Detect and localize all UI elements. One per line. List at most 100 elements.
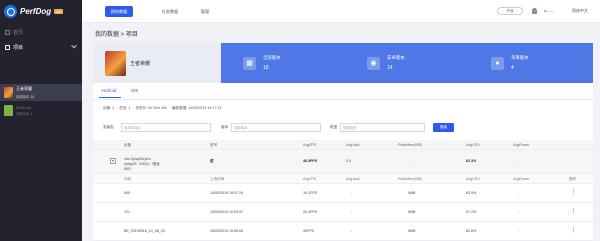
row-time: 16/05/2019 10:59:06 [210,229,243,233]
package-select[interactable]: 选择安装包 [121,123,211,132]
group-peakmem: - [410,159,412,163]
row-mem: 0MB [408,191,416,195]
col-device: 设备 [124,143,132,147]
col-avgfps: AvgFPS [303,143,317,147]
group-model: 否 [210,159,214,163]
sidebar-item-home[interactable]: 首页 [0,24,82,40]
nav-tab-my-data[interactable]: 我的数据 [105,6,133,17]
row-jank: - [351,210,353,214]
subcol-name: 内存 [124,177,132,181]
row-fps: 34.1FPS [303,191,317,195]
user-menu[interactable]: a------ [544,8,554,13]
group-avgcpu: 62.3% [466,159,477,163]
nav-tab-admin[interactable]: 管理 [195,6,215,17]
home-icon [5,29,10,35]
group-avgjank: 0.0 [346,159,351,163]
app-sub: 安卓版本: 18 [16,94,35,99]
apple-icon: ● [491,56,504,70]
app-name: PerfDog [16,104,31,110]
filter-label-version: 版本 [221,125,229,129]
sub-table-header: 内存 上传时间 AvgFPS AvgJank PeakMem(MB) AvgCP… [93,174,593,184]
perfdog-logo-icon [4,5,17,18]
col-avgjank: AvgJank [346,143,360,147]
table-group-row[interactable]: ▾ vivo Xplay3S(vivo Xplay3S（V3QL）/骁龙800）… [93,150,593,174]
all-versions-icon: ▦ [243,56,256,70]
row-power: - [518,191,520,195]
row-name: BE_20190516_10_58_03 [124,229,165,233]
bell-icon[interactable] [532,8,537,14]
open-button[interactable]: 开放 [497,7,523,15]
vip-badge: VIP [54,9,63,14]
subcol-avgpower: AvgPower [513,177,530,181]
col-avgpower: AvgPower [513,143,530,147]
android-icon: ◉ [367,56,380,70]
nav-tab-task-data[interactable]: 任务数据 [155,6,185,17]
more-actions-icon[interactable]: ⋮ [571,227,576,233]
row-name: 121 [124,210,130,214]
row-mem: 0MB [408,210,416,214]
stat-label: 苹果版本 [511,55,529,60]
sidebar-item-project[interactable]: 项目 [0,40,82,54]
stat-value: 18 [263,65,269,71]
version-stats: ▦ 全部版本 18 ◉ 安卓版本 14 ● 苹果版本 4 [221,43,593,83]
tab-android[interactable]: Android [98,88,122,98]
game-info: 王者荣耀 [93,43,221,83]
row-jank: - [351,229,353,233]
filter-bar: 安装包 选择安装包 版本 选择版本 机型 搜索机型 搜索 [93,123,593,133]
table-row[interactable]: BE_20190516_10_58_03 16/05/2019 10:59:06… [93,222,593,241]
row-cpu: 62.6% [466,229,477,233]
more-actions-icon[interactable]: ⋮ [571,208,576,214]
sidebar-app-wzry[interactable]: 王者荣耀 安卓版本: 18 [0,84,82,101]
breadcrumb: 我的数据 > 项目 [95,32,138,38]
more-actions-icon[interactable]: ⋮ [571,189,576,195]
subcol-time: 上传时间 [210,177,225,181]
row-mem: 0MB [408,229,416,233]
stat-value: 4 [511,65,514,71]
project-icon [5,44,10,50]
sidebar-item-label: 项目 [13,44,24,51]
row-power: - [518,210,520,214]
row-power: - [518,229,520,233]
row-cpu: 63.5% [466,191,477,195]
language-select[interactable]: 简体中文 [572,8,588,14]
subcol-peakmem: PeakMem(MB) [398,177,422,181]
stat-label: 全部版本 [263,55,281,60]
collapse-icon[interactable]: ▾ [110,158,116,164]
stat-all-versions[interactable]: ▦ 全部版本 18 [221,43,345,83]
subcol-actions: 操作 [569,177,577,181]
tab-ios[interactable]: iOS [131,88,138,93]
table-row[interactable]: 545 14/05/2019 15:07:24 34.1FPS - 0MB 63… [93,184,593,203]
device-table: 设备 型号 AvgFPS AvgJank PeakMem(MB) AvgCPU … [93,140,593,241]
chevron-down-icon [71,42,77,49]
group-device: vivo Xplay3S(vivo Xplay3S（V3QL）/骁龙800） [124,157,160,171]
search-button[interactable]: 搜索 [433,123,454,132]
app-name: 王者荣耀 [16,86,32,92]
version-select[interactable]: 选择版本 [231,123,321,132]
brand-name: PerfDog [20,7,52,16]
stat-ios-versions[interactable]: ● 苹果版本 4 [469,43,593,83]
row-time: 14/05/2019 15:07:24 [210,191,243,195]
row-name: 545 [124,191,130,195]
stat-label: 安卓版本 [387,55,405,60]
stat-android-versions[interactable]: ◉ 安卓版本 14 [345,43,469,83]
group-avgfps: 40.3FPS [303,159,317,163]
table-row[interactable]: 121 13/09/2019 10:03:37 50.4FPS - 0MB 57… [93,203,593,222]
model-search-input[interactable]: 搜索机型 [340,123,425,132]
row-cpu: 57.2% [466,210,477,214]
meta-duration: 总时长: 0h 30m 49s [135,106,167,110]
sidebar-app-perfdog[interactable]: PerfDog 苹果版本: 4 [0,102,82,119]
game-cover-image [105,50,126,76]
meta-devices: 设备: 1 [103,106,115,110]
sidebar: PerfDog VIP 首页 项目 王者荣耀 安卓版本: 18 PerfDog … [0,0,82,241]
row-jank: - [351,191,353,195]
row-time: 13/09/2019 10:03:37 [210,210,243,214]
subcol-avgcpu: AvgCPU [466,177,480,181]
filter-label-package: 安装包 [103,125,114,129]
content-panel: Android iOS 设备: 1 任务: 1 总时长: 0h 30m 49s … [93,83,593,241]
subcol-avgfps: AvgFPS [303,177,317,181]
game-title: 王者荣耀 [130,60,151,67]
col-avgcpu: AvgCPU [466,143,480,147]
platform-tabs: Android iOS [93,83,593,100]
group-avgpower: - [518,159,520,163]
summary-meta: 设备: 1 任务: 1 总时长: 0h 30m 49s 最新数据: 14/05/… [103,106,221,111]
